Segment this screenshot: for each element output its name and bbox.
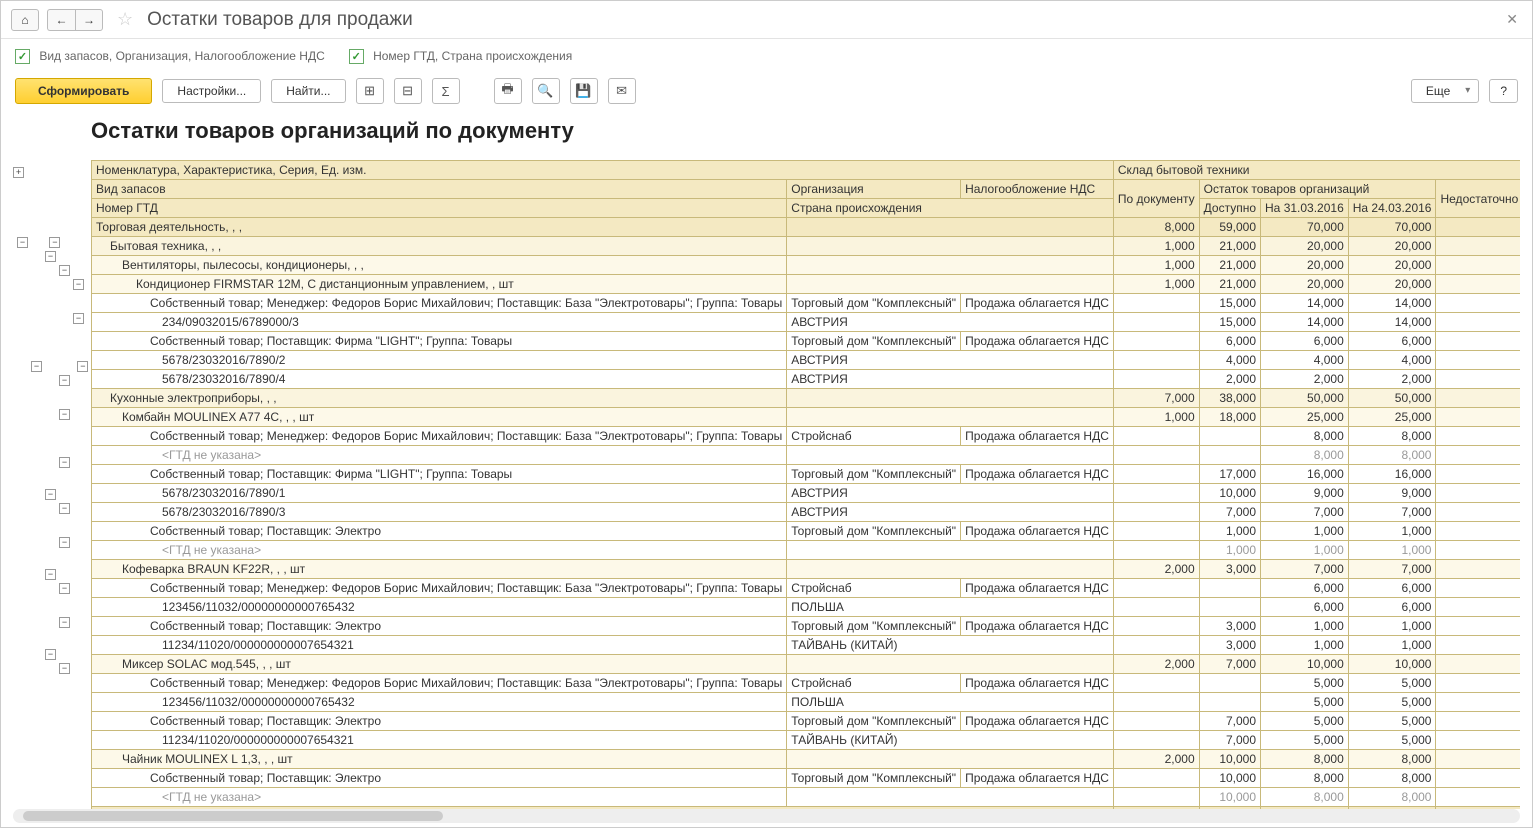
collapse-icon[interactable]: ⊟ xyxy=(394,78,422,104)
table-row[interactable]: Собственный товар; Поставщик: ЭлектроТор… xyxy=(92,522,1521,541)
table-row[interactable]: Кофеварка BRAUN KF22R, , , шт2,0003,0007… xyxy=(92,560,1521,579)
header-gtd: Номер ГТД xyxy=(92,199,787,218)
sum-icon[interactable]: Σ xyxy=(432,78,460,104)
table-row[interactable]: Собственный товар; Менеджер: Федоров Бор… xyxy=(92,294,1521,313)
save-icon[interactable]: 💾 xyxy=(570,78,598,104)
forward-button[interactable]: → xyxy=(75,9,103,31)
header-nomenclature: Номенклатура, Характеристика, Серия, Ед.… xyxy=(92,161,1114,180)
table-row[interactable]: <ГТД не указана>1,0001,0001,00013.04.201… xyxy=(92,541,1521,560)
header-warehouse: Склад бытовой техники xyxy=(1113,161,1520,180)
report-title: Остатки товаров организаций по документу xyxy=(91,118,1520,144)
table-row[interactable]: Вентиляторы, пылесосы, кондиционеры, , ,… xyxy=(92,256,1521,275)
filter-left: ✓ Вид запасов, Организация, Налогообложе… xyxy=(15,49,325,64)
header-avail: Доступно xyxy=(1199,199,1260,218)
table-row[interactable]: Собственный товар; Менеджер: Федоров Бор… xyxy=(92,579,1521,598)
table-row[interactable]: <ГТД не указана>8,0008,00001.12.2015 xyxy=(92,446,1521,465)
header-org: Организация xyxy=(787,180,961,199)
table-row[interactable]: 123456/11032/00000000000765432ПОЛЬША6,00… xyxy=(92,598,1521,617)
header-doc: По документу xyxy=(1113,180,1199,218)
table-row[interactable]: Собственный товар; Поставщик: ЭлектроТор… xyxy=(92,769,1521,788)
tree-gutter: + − − − − − − − − − − − − − xyxy=(13,118,91,809)
tree-toggle[interactable]: − xyxy=(73,279,84,290)
table-row[interactable]: Собственный товар; Менеджер: Федоров Бор… xyxy=(92,427,1521,446)
tree-toggle[interactable]: − xyxy=(59,457,70,468)
tree-toggle[interactable]: − xyxy=(59,375,70,386)
table-row[interactable]: 11234/11020/000000000007654321ТАЙВАНЬ (К… xyxy=(92,636,1521,655)
tree-toggle[interactable]: − xyxy=(59,503,70,514)
title-bar: ⌂ ← → ☆ Остатки товаров для продажи ✕ xyxy=(1,1,1532,39)
table-row[interactable]: Собственный товар; Поставщик: Фирма "LIG… xyxy=(92,465,1521,484)
table-row[interactable]: 234/09032015/6789000/3АВСТРИЯ15,00014,00… xyxy=(92,313,1521,332)
filter-right: ✓ Номер ГТД, Страна происхождения xyxy=(349,49,572,64)
preview-icon[interactable]: 🔍 xyxy=(532,78,560,104)
tree-toggle[interactable]: − xyxy=(59,409,70,420)
checkbox-filter-right[interactable]: ✓ xyxy=(349,49,364,64)
table-row[interactable]: 11234/11020/000000000007654321ТАЙВАНЬ (К… xyxy=(92,731,1521,750)
horizontal-scrollbar[interactable] xyxy=(13,809,1520,823)
table-row[interactable]: 123456/11032/00000000000765432ПОЛЬША5,00… xyxy=(92,693,1521,712)
table-row[interactable]: Собственный товар; Поставщик: ЭлектроТор… xyxy=(92,712,1521,731)
table-row[interactable]: Бытовая техника, , ,1,00021,00020,00020,… xyxy=(92,237,1521,256)
tree-toggle[interactable]: − xyxy=(17,237,28,248)
tree-toggle[interactable]: − xyxy=(45,489,56,500)
table-row[interactable]: 5678/23032016/7890/1АВСТРИЯ10,0009,0009,… xyxy=(92,484,1521,503)
find-button[interactable]: Найти... xyxy=(271,79,345,103)
print-icon[interactable]: 🖶 xyxy=(494,78,522,104)
table-row[interactable]: Кухонные электроприборы, , ,7,00038,0005… xyxy=(92,389,1521,408)
tree-toggle[interactable]: − xyxy=(73,313,84,324)
table-row[interactable]: Собственный товар; Поставщик: Фирма "LIG… xyxy=(92,332,1521,351)
filter-left-label: Вид запасов, Организация, Налогообложени… xyxy=(39,49,324,63)
header-tax: Налогообложение НДС xyxy=(961,180,1114,199)
filter-bar: ✓ Вид запасов, Организация, Налогообложе… xyxy=(1,39,1532,74)
favorite-icon[interactable]: ☆ xyxy=(111,9,139,30)
report-table: Номенклатура, Характеристика, Серия, Ед.… xyxy=(91,160,1520,809)
tree-toggle[interactable]: − xyxy=(77,361,88,372)
tree-toggle[interactable]: − xyxy=(59,663,70,674)
checkbox-filter-left[interactable]: ✓ xyxy=(15,49,30,64)
table-row[interactable]: Собственный товар; Менеджер: Федоров Бор… xyxy=(92,674,1521,693)
page-title: Остатки товаров для продажи xyxy=(147,9,413,31)
tree-toggle[interactable]: − xyxy=(45,649,56,660)
table-row[interactable]: 5678/23032016/7890/2АВСТРИЯ4,0004,0004,0… xyxy=(92,351,1521,370)
back-button[interactable]: ← xyxy=(47,9,75,31)
header-remainder: Остаток товаров организаций xyxy=(1199,180,1436,199)
email-icon[interactable]: ✉ xyxy=(608,78,636,104)
tree-toggle[interactable]: − xyxy=(45,569,56,580)
header-short: Недостаточно xyxy=(1436,180,1520,218)
tree-toggle[interactable]: − xyxy=(49,237,60,248)
table-row[interactable]: Чайник MOULINEX L 1,3, , , шт2,00010,000… xyxy=(92,750,1521,769)
tree-toggle[interactable]: − xyxy=(59,537,70,548)
header-date1: На 31.03.2016 xyxy=(1261,199,1349,218)
table-row[interactable]: Собственный товар; Поставщик: ЭлектроТор… xyxy=(92,617,1521,636)
header-type: Вид запасов xyxy=(92,180,787,199)
more-button[interactable]: Еще xyxy=(1411,79,1479,103)
table-row[interactable]: Комбайн MOULINEX A77 4C, , , шт1,00018,0… xyxy=(92,408,1521,427)
table-row[interactable]: Торговая деятельность, , ,8,00059,00070,… xyxy=(92,218,1521,237)
table-row[interactable]: Кондиционер FIRMSTAR 12M, С дистанционны… xyxy=(92,275,1521,294)
tree-expand-all[interactable]: + xyxy=(13,167,24,178)
header-date2: На 24.03.2016 xyxy=(1348,199,1436,218)
table-row[interactable]: <ГТД не указана>10,0008,0008,00013.04.20… xyxy=(92,788,1521,807)
tree-toggle[interactable]: − xyxy=(45,251,56,262)
tree-toggle[interactable]: − xyxy=(31,361,42,372)
toolbar: Сформировать Настройки... Найти... ⊞ ⊟ Σ… xyxy=(1,74,1532,112)
filter-right-label: Номер ГТД, Страна происхождения xyxy=(373,49,572,63)
help-button[interactable]: ? xyxy=(1489,79,1518,103)
table-row[interactable]: Миксер SOLAC мод.545, , , шт2,0007,00010… xyxy=(92,655,1521,674)
report-area: + − − − − − − − − − − − − − xyxy=(1,112,1532,809)
table-row[interactable]: 5678/23032016/7890/3АВСТРИЯ7,0007,0007,0… xyxy=(92,503,1521,522)
tree-toggle[interactable]: − xyxy=(59,617,70,628)
close-icon[interactable]: ✕ xyxy=(1502,7,1522,32)
tree-toggle[interactable]: − xyxy=(59,583,70,594)
header-country: Страна происхождения xyxy=(787,199,1114,218)
generate-button[interactable]: Сформировать xyxy=(15,78,152,104)
expand-icon[interactable]: ⊞ xyxy=(356,78,384,104)
table-row[interactable]: 5678/23032016/7890/4АВСТРИЯ2,0002,0002,0… xyxy=(92,370,1521,389)
home-button[interactable]: ⌂ xyxy=(11,9,39,31)
tree-toggle[interactable]: − xyxy=(59,265,70,276)
settings-button[interactable]: Настройки... xyxy=(162,79,261,103)
